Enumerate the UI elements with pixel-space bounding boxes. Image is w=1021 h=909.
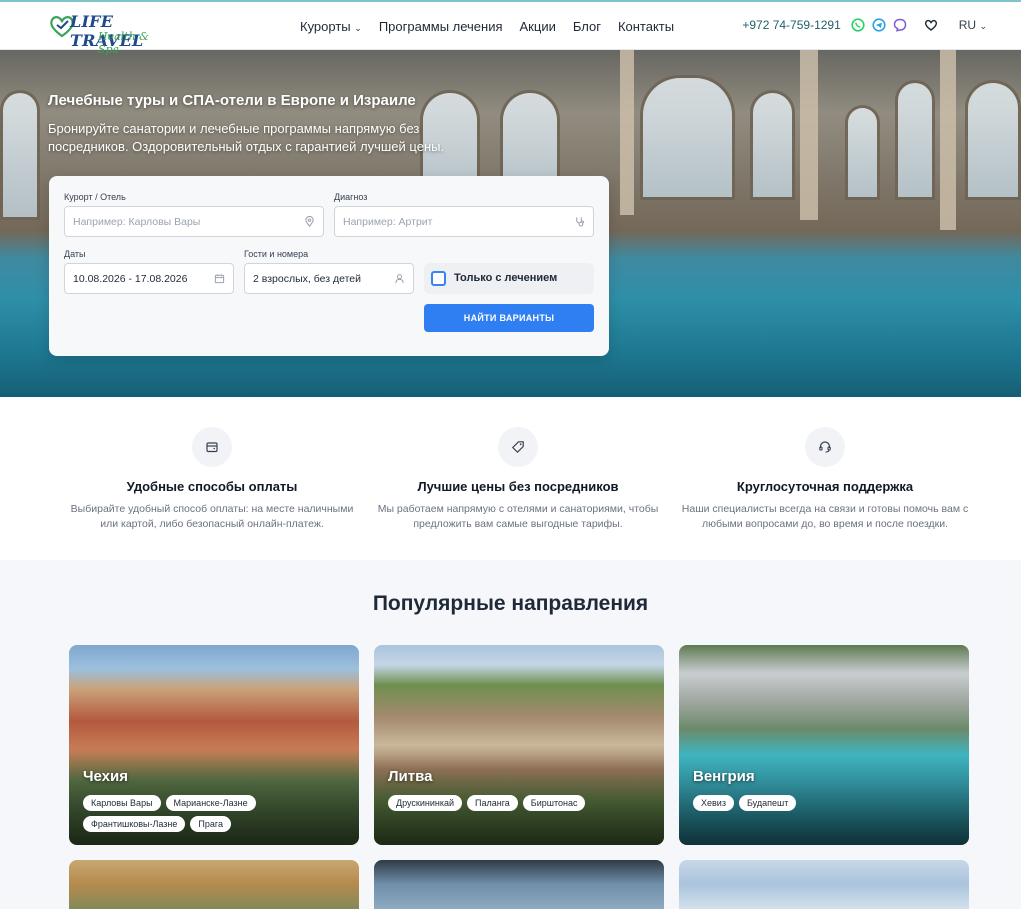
dates-value: 10.08.2026 - 17.08.2026 — [73, 273, 188, 285]
feature-title: Круглосуточная поддержка — [736, 479, 914, 494]
telegram-icon[interactable] — [872, 17, 887, 32]
find-options-button[interactable]: НАЙТИ ВАРИАНТЫ — [424, 304, 594, 332]
guests-input[interactable]: 2 взрослых, без детей — [244, 263, 414, 294]
nav-item-blog[interactable]: Блог — [573, 19, 601, 34]
destination-card-czech[interactable]: Чехия Карловы Вары Марианске-Лазне Франт… — [69, 645, 359, 845]
treatment-only-checkbox[interactable] — [431, 271, 446, 286]
hero-window — [965, 80, 1021, 200]
destination-tags: Хевиз Будапешт — [693, 795, 963, 811]
hero-column — [620, 50, 634, 215]
site-header: LIFE TRAVEL Health & Spa Курорты ⌄ Прогр… — [0, 0, 1021, 56]
destination-card-lithuania[interactable]: Литва Друскининкай Паланга Бирштонас — [374, 645, 664, 845]
destination-tag[interactable]: Прага — [190, 816, 231, 832]
diagnosis-input[interactable]: Например: Артрит — [334, 206, 594, 237]
hero-window — [750, 90, 795, 200]
nav-item-programs[interactable]: Программы лечения — [379, 19, 503, 34]
destination-tag[interactable]: Карловы Вары — [83, 795, 161, 811]
feature-description: Выбирайте удобный способ оплаты: на мест… — [70, 503, 354, 530]
destination-name: Литва — [388, 768, 433, 785]
chevron-down-icon: ⌄ — [354, 23, 362, 33]
guests-field-label: Гости и номера — [244, 249, 309, 259]
popular-destinations-section: Популярные направления Чехия Карловы Вар… — [0, 560, 1021, 909]
destination-tags: Друскининкай Паланга Бирштонас — [388, 795, 658, 811]
destination-tag[interactable]: Будапешт — [738, 795, 797, 811]
destination-tag[interactable]: Хевиз — [693, 795, 734, 811]
features-section: Удобные способы оплаты Выбирайте удобный… — [0, 397, 1021, 560]
feature-payment: Удобные способы оплаты Выбирайте удобный… — [62, 427, 362, 532]
hero-window — [845, 105, 880, 200]
viber-icon[interactable] — [893, 17, 908, 32]
feature-title: Лучшие цены без посредников — [417, 479, 619, 494]
feature-support: Круглосуточная поддержка Наши специалист… — [675, 427, 975, 532]
site-logo[interactable]: LIFE TRAVEL Health & Spa — [48, 10, 168, 56]
nav-item-label: Курорты — [300, 19, 351, 34]
feature-description: Наши специалисты всегда на связи и готов… — [681, 503, 969, 530]
destination-name: Венгрия — [693, 768, 755, 785]
section-title: Популярные направления — [372, 592, 649, 615]
user-icon — [394, 273, 405, 287]
language-selector[interactable]: RU ⌄ — [959, 18, 987, 32]
dates-input[interactable]: 10.08.2026 - 17.08.2026 — [64, 263, 234, 294]
feature-best-prices: Лучшие цены без посредников Мы работаем … — [368, 427, 668, 532]
feature-title: Удобные способы оплаты — [126, 479, 298, 494]
destination-tag[interactable]: Друскининкай — [388, 795, 462, 811]
calendar-icon — [214, 273, 225, 287]
hero-title: Лечебные туры и СПА-отели в Европе и Изр… — [48, 92, 416, 109]
destination-tags: Карловы Вары Марианске-Лазне Франтишковы… — [83, 795, 353, 832]
hero-subtitle: Бронируйте санатории и лечебные программ… — [48, 121, 445, 154]
treatment-only-toggle[interactable]: Только с лечением — [424, 263, 594, 294]
hero-section: Лечебные туры и СПА-отели в Европе и Изр… — [0, 50, 1021, 397]
diagnosis-placeholder: Например: Артрит — [343, 216, 433, 228]
destination-card[interactable] — [374, 860, 664, 909]
favorites-heart-icon[interactable] — [924, 17, 939, 32]
destination-tag[interactable]: Бирштонас — [522, 795, 586, 811]
main-nav: Курорты ⌄ Программы лечения Акции Блог К… — [300, 19, 674, 34]
nav-item-contacts[interactable]: Контакты — [618, 19, 674, 34]
hero-window — [0, 90, 40, 220]
search-form: Курорт / Отель Например: Карловы Вары Ди… — [49, 176, 609, 356]
hero-window — [895, 80, 935, 200]
whatsapp-icon[interactable] — [851, 17, 866, 32]
feature-description: Мы работаем напрямую с отелями и санатор… — [377, 503, 659, 530]
destination-tag[interactable]: Марианске-Лазне — [165, 795, 256, 811]
hero-column — [940, 50, 956, 230]
destination-tag[interactable]: Паланга — [467, 795, 518, 811]
destination-card[interactable] — [679, 860, 969, 909]
phone-link[interactable]: +972 74-759-1291 — [742, 18, 840, 32]
stethoscope-icon — [574, 216, 585, 230]
hero-column — [800, 50, 818, 220]
hero-window — [640, 75, 735, 200]
chevron-down-icon: ⌄ — [979, 20, 987, 31]
destination-name: Чехия — [83, 768, 128, 785]
resort-field-label: Курорт / Отель — [64, 192, 126, 202]
wallet-icon — [192, 427, 232, 467]
resort-placeholder: Например: Карловы Вары — [73, 216, 201, 228]
diagnosis-field-label: Диагноз — [334, 192, 368, 202]
resort-input[interactable]: Например: Карловы Вары — [64, 206, 324, 237]
treatment-only-label: Только с лечением — [454, 272, 558, 284]
nav-item-offers[interactable]: Акции — [520, 19, 556, 34]
guests-value: 2 взрослых, без детей — [253, 273, 361, 285]
logo-subtext: Health & Spa — [98, 30, 149, 56]
nav-item-resorts[interactable]: Курорты ⌄ — [300, 19, 362, 34]
destination-tag[interactable]: Франтишковы-Лазне — [83, 816, 186, 832]
headset-icon — [805, 427, 845, 467]
header-actions: +972 74-759-1291 RU ⌄ — [742, 17, 987, 32]
tag-icon — [498, 427, 538, 467]
destination-card-hungary[interactable]: Венгрия Хевиз Будапешт — [679, 645, 969, 845]
destination-card[interactable] — [69, 860, 359, 909]
dates-field-label: Даты — [64, 249, 86, 259]
language-label: RU — [958, 17, 977, 32]
location-pin-icon — [304, 215, 315, 230]
